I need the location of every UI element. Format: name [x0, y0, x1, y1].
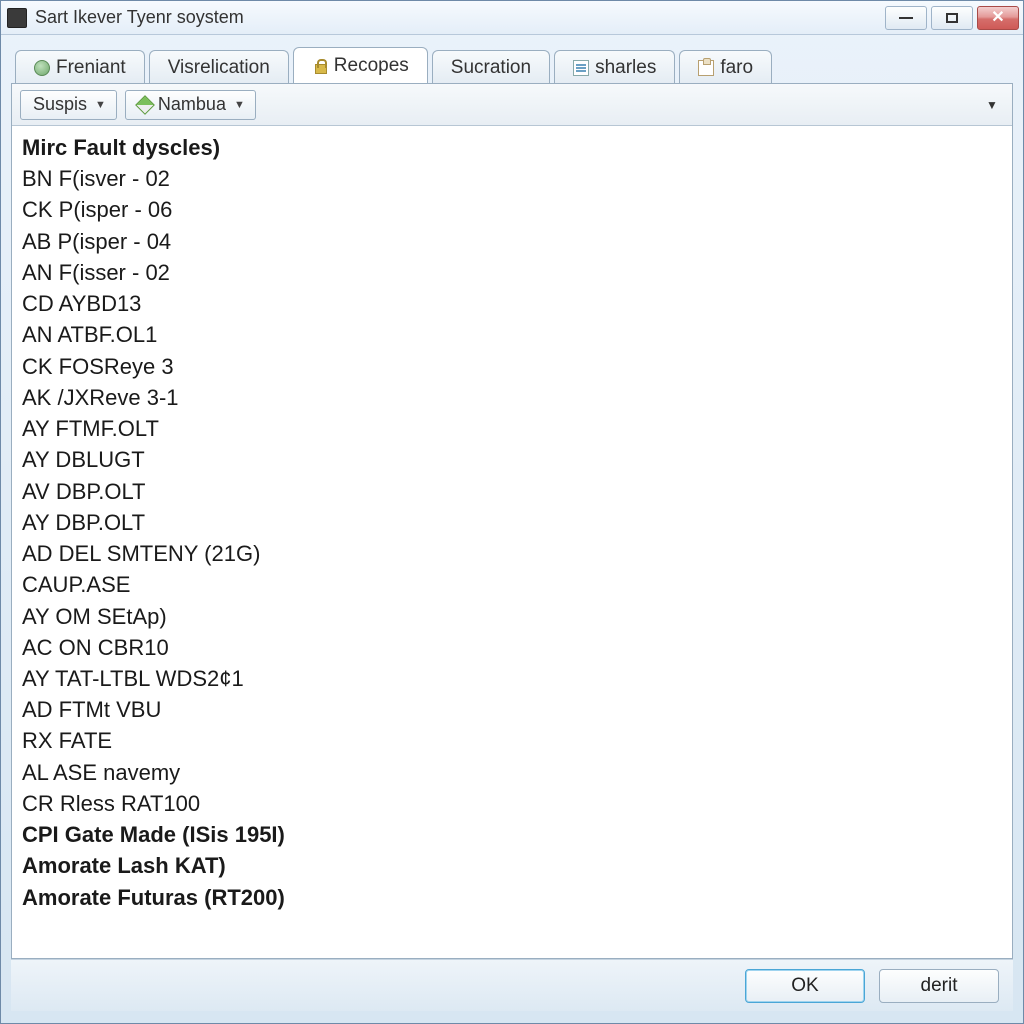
tab-label: Recopes [334, 55, 409, 77]
tab-label: faro [720, 57, 753, 79]
window-title: Sart Ikever Tyenr soystem [35, 7, 885, 28]
filter-dropdown-1[interactable]: Suspis ▼ [20, 90, 117, 120]
filter-dropdown-1-label: Suspis [33, 94, 87, 115]
clip-icon [698, 60, 714, 76]
list-item[interactable]: AB P(isper - 04 [22, 226, 1002, 257]
tab-faro[interactable]: faro [679, 50, 772, 84]
panel-toolbar: Suspis ▼ Nambua ▼ ▼ [12, 84, 1012, 126]
tab-sharles[interactable]: sharles [554, 50, 675, 84]
list-item[interactable]: BN F(isver - 02 [22, 163, 1002, 194]
list-item[interactable]: AN ATBF.OL1 [22, 319, 1002, 350]
lock-icon [312, 58, 328, 74]
chevron-down-icon: ▼ [234, 99, 245, 111]
list-item[interactable]: AY DBLUGT [22, 444, 1002, 475]
close-button[interactable]: ✕ [977, 6, 1019, 30]
list-item[interactable]: Amorate Lash KAT) [22, 850, 1002, 881]
tab-visrelication[interactable]: Visrelication [149, 50, 289, 84]
list-item[interactable]: Mirc Fault dyscles) [22, 132, 1002, 163]
pencil-icon [135, 95, 155, 115]
list-item[interactable]: AY OM SEtAp) [22, 601, 1002, 632]
list-item[interactable]: AL ASE navemy [22, 757, 1002, 788]
titlebar: Sart Ikever Tyenr soystem ✕ [1, 1, 1023, 35]
list-item[interactable]: Amorate Futuras (RT200) [22, 882, 1002, 913]
client-area: Freniant Visrelication Recopes Sucration sha… [1, 35, 1023, 1023]
chevron-down-icon: ▼ [95, 99, 106, 111]
filter-dropdown-2-label: Nambua [158, 94, 226, 115]
minimize-icon [899, 17, 913, 19]
tab-label: Freniant [56, 57, 126, 79]
tabstrip: Freniant Visrelication Recopes Sucration sha… [11, 45, 1013, 83]
filter-dropdown-2[interactable]: Nambua ▼ [125, 90, 256, 120]
list-item[interactable]: CPI Gate Made (ISis 195I) [22, 819, 1002, 850]
app-window: Sart Ikever Tyenr soystem ✕ Freniant Visr… [0, 0, 1024, 1024]
list-item[interactable]: AN F(isser - 02 [22, 257, 1002, 288]
list-item[interactable]: AC ON CBR10 [22, 632, 1002, 663]
tab-sucration[interactable]: Sucration [432, 50, 550, 84]
tab-panel: Suspis ▼ Nambua ▼ ▼ Mirc Fault dyscles)B… [11, 83, 1013, 959]
tab-label: sharles [595, 57, 656, 79]
maximize-button[interactable] [931, 6, 973, 30]
list-item[interactable]: CK FOSReye 3 [22, 351, 1002, 382]
list-item[interactable]: CR Rless RAT100 [22, 788, 1002, 819]
ok-button-label: OK [791, 975, 818, 997]
minimize-button[interactable] [885, 6, 927, 30]
list-item[interactable]: AD FTMt VBU [22, 694, 1002, 725]
tab-freniant[interactable]: Freniant [15, 50, 145, 84]
list-item[interactable]: RX FATE [22, 725, 1002, 756]
tab-label: Sucration [451, 57, 531, 79]
panel-menu-button[interactable]: ▼ [980, 93, 1004, 117]
app-icon [7, 8, 27, 28]
item-list[interactable]: Mirc Fault dyscles)BN F(isver - 02CK P(i… [12, 126, 1012, 958]
list-item[interactable]: CD AYBD13 [22, 288, 1002, 319]
list-item[interactable]: AK /JXReve 3-1 [22, 382, 1002, 413]
list-item[interactable]: AD DEL SMTENY (21G) [22, 538, 1002, 569]
maximize-icon [946, 13, 958, 23]
tab-recopes[interactable]: Recopes [293, 47, 428, 83]
globe-icon [34, 60, 50, 76]
list-item[interactable]: CK P(isper - 06 [22, 194, 1002, 225]
cancel-button-label: derit [921, 975, 958, 997]
list-item[interactable]: AY FTMF.OLT [22, 413, 1002, 444]
list-item[interactable]: AY TAT-LTBL WDS2¢1 [22, 663, 1002, 694]
doc-icon [573, 60, 589, 76]
window-controls: ✕ [885, 6, 1019, 30]
list-item[interactable]: CAUP.ASE [22, 569, 1002, 600]
tab-label: Visrelication [168, 57, 270, 79]
cancel-button[interactable]: derit [879, 969, 999, 1003]
close-icon: ✕ [991, 10, 1004, 26]
ok-button[interactable]: OK [745, 969, 865, 1003]
dialog-footer: OK derit [11, 959, 1013, 1011]
list-item[interactable]: AY DBP.OLT [22, 507, 1002, 538]
list-item[interactable]: AV DBP.OLT [22, 476, 1002, 507]
